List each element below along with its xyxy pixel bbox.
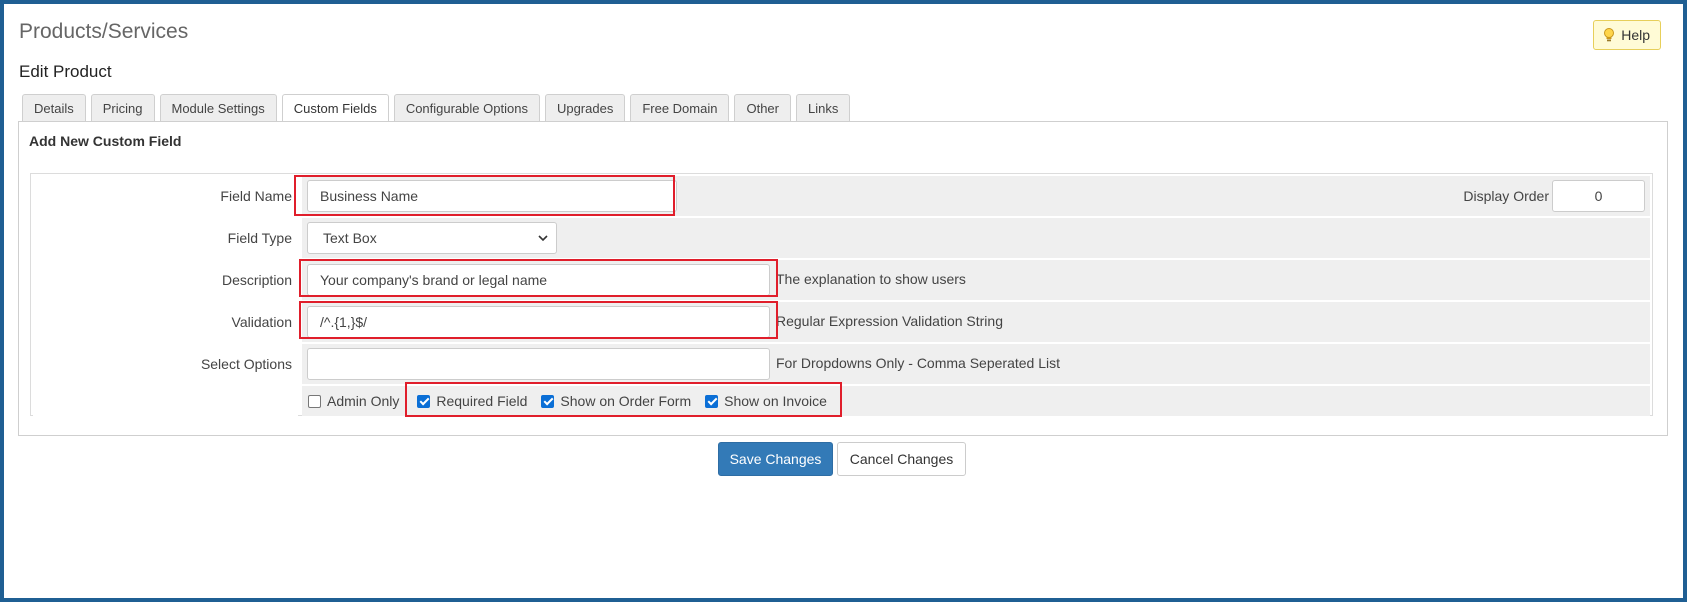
tab-other[interactable]: Other — [734, 94, 791, 121]
save-changes-button[interactable]: Save Changes — [718, 442, 833, 476]
show-on-invoice-label: Show on Invoice — [724, 393, 827, 409]
tab-upgrades[interactable]: Upgrades — [544, 94, 626, 121]
field-name-label: Field Name — [33, 176, 298, 216]
select-options-row: Select Options For Dropdowns Only - Comm… — [33, 344, 1650, 384]
field-name-input[interactable]: Business Name — [307, 180, 677, 212]
required-field-label: Required Field — [436, 393, 528, 409]
tab-configurable-options[interactable]: Configurable Options — [393, 94, 540, 121]
admin-only-label: Admin Only — [327, 393, 400, 409]
options-row: Admin Only Required Field Show on Order … — [33, 386, 1650, 416]
tab-details[interactable]: Details — [22, 94, 86, 121]
tab-custom-fields[interactable]: Custom Fields — [281, 94, 389, 122]
field-name-row: Field Name Business Name Display Order 0 — [33, 176, 1650, 216]
checkbox-checked-icon — [417, 394, 431, 408]
section-heading: Add New Custom Field — [29, 133, 182, 149]
tab-links[interactable]: Links — [795, 94, 851, 121]
cancel-changes-button[interactable]: Cancel Changes — [837, 442, 966, 476]
validation-hint: Regular Expression Validation String — [776, 313, 1003, 329]
field-type-row: Field Type Text Box — [33, 218, 1650, 258]
checkbox-checked-icon — [541, 394, 555, 408]
tab-free-domain[interactable]: Free Domain — [630, 94, 730, 121]
help-button[interactable]: Help — [1593, 20, 1661, 50]
validation-input[interactable]: /^.{1,}$/ — [307, 306, 770, 338]
description-hint: The explanation to show users — [776, 271, 966, 287]
custom-field-form: Field Name Business Name Display Order 0… — [30, 173, 1653, 416]
select-options-input[interactable] — [307, 348, 770, 380]
description-label: Description — [33, 260, 298, 300]
tab-bar: Details Pricing Module Settings Custom F… — [22, 94, 851, 122]
lightbulb-icon — [1604, 28, 1615, 42]
field-options: Admin Only Required Field Show on Order … — [308, 386, 841, 416]
tab-module-settings[interactable]: Module Settings — [159, 94, 277, 121]
validation-row: Validation /^.{1,}$/ Regular Expression … — [33, 302, 1650, 342]
tab-pricing[interactable]: Pricing — [90, 94, 155, 121]
display-order-input[interactable]: 0 — [1552, 180, 1645, 212]
page-subtitle: Edit Product — [19, 62, 112, 81]
help-label: Help — [1621, 27, 1650, 43]
select-options-hint: For Dropdowns Only - Comma Seperated Lis… — [776, 355, 1060, 371]
show-on-invoice-checkbox[interactable]: Show on Invoice — [705, 393, 827, 409]
select-options-label: Select Options — [33, 344, 298, 384]
admin-only-checkbox[interactable]: Admin Only — [308, 393, 399, 409]
field-type-label: Field Type — [33, 218, 298, 258]
page-title: Products/Services — [19, 20, 189, 43]
field-type-value: Text Box — [323, 230, 377, 246]
main-panel: Products/Services Help Edit Product Deta… — [4, 4, 1683, 598]
display-order-label: Display Order — [1463, 188, 1549, 204]
chevron-down-icon — [538, 235, 548, 242]
required-field-checkbox[interactable]: Required Field — [417, 393, 527, 409]
validation-label: Validation — [33, 302, 298, 342]
tab-content: Add New Custom Field Field Name Business… — [18, 121, 1668, 436]
description-row: Description Your company's brand or lega… — [33, 260, 1650, 300]
show-on-order-form-checkbox[interactable]: Show on Order Form — [541, 393, 691, 409]
description-input[interactable]: Your company's brand or legal name — [307, 264, 770, 296]
checkbox-checked-icon — [705, 394, 719, 408]
checkbox-unchecked-icon — [308, 394, 321, 408]
show-on-order-form-label: Show on Order Form — [560, 393, 692, 409]
field-type-select[interactable]: Text Box — [307, 222, 557, 254]
